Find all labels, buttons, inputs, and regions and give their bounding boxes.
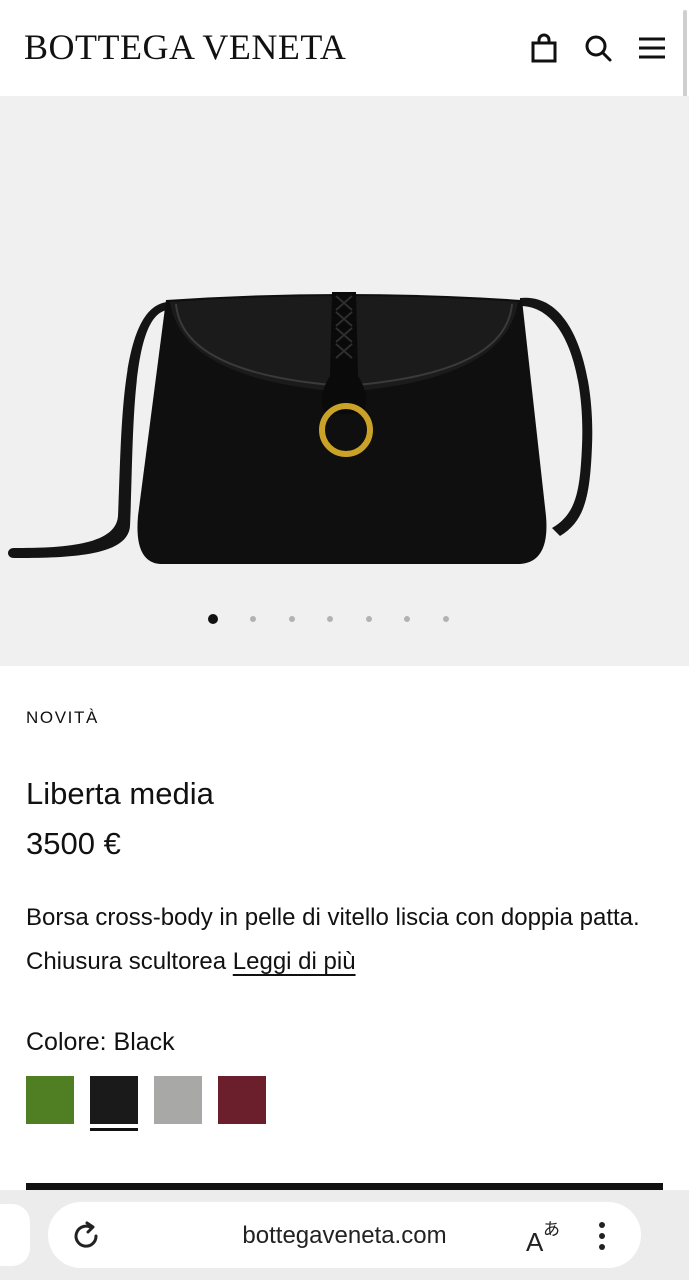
svg-text:A: A	[526, 1227, 544, 1254]
brand-logo[interactable]: BOTTEGA VENETA	[24, 26, 346, 68]
color-value: Black	[113, 1028, 175, 1056]
translate-icon[interactable]: A あ	[526, 1218, 564, 1254]
color-selection: Colore: Black	[26, 1028, 175, 1057]
product-image	[8, 292, 593, 564]
site-header: BOTTEGA VENETA	[0, 0, 689, 96]
product-gallery[interactable]	[0, 96, 689, 666]
selected-swatch-indicator	[90, 1128, 138, 1131]
product-price: 3500 €	[26, 826, 121, 861]
product-description: Borsa cross-body in pelle di vitello lis…	[26, 896, 666, 984]
tab-preview[interactable]	[0, 1204, 30, 1266]
menu-icon[interactable]	[636, 32, 668, 64]
color-label: Colore:	[26, 1028, 107, 1056]
carousel-dot-1[interactable]	[208, 614, 218, 624]
more-vert-icon[interactable]	[588, 1220, 616, 1252]
read-more-link[interactable]: Leggi di più	[233, 948, 356, 975]
carousel-dot-3[interactable]	[289, 616, 295, 622]
swatch-grey[interactable]	[154, 1076, 202, 1124]
carousel-dot-5[interactable]	[366, 616, 372, 622]
carousel-dot-4[interactable]	[327, 616, 333, 622]
carousel-dot-6[interactable]	[404, 616, 410, 622]
shopping-bag-icon[interactable]	[528, 32, 560, 64]
search-icon[interactable]	[582, 32, 614, 64]
new-badge: NOVITÀ	[26, 708, 99, 727]
carousel-dot-7[interactable]	[443, 616, 449, 622]
swatch-green[interactable]	[26, 1076, 74, 1124]
product-title: Liberta media	[26, 776, 214, 811]
swatch-black[interactable]	[90, 1076, 138, 1124]
address-bar[interactable]: bottegaveneta.com A あ	[48, 1202, 641, 1268]
carousel-dot-2[interactable]	[250, 616, 256, 622]
browser-toolbar: bottegaveneta.com A あ	[0, 1190, 689, 1280]
carousel-dots[interactable]	[0, 614, 689, 628]
swatch-burgundy[interactable]	[218, 1076, 266, 1124]
svg-text:あ: あ	[543, 1220, 560, 1240]
